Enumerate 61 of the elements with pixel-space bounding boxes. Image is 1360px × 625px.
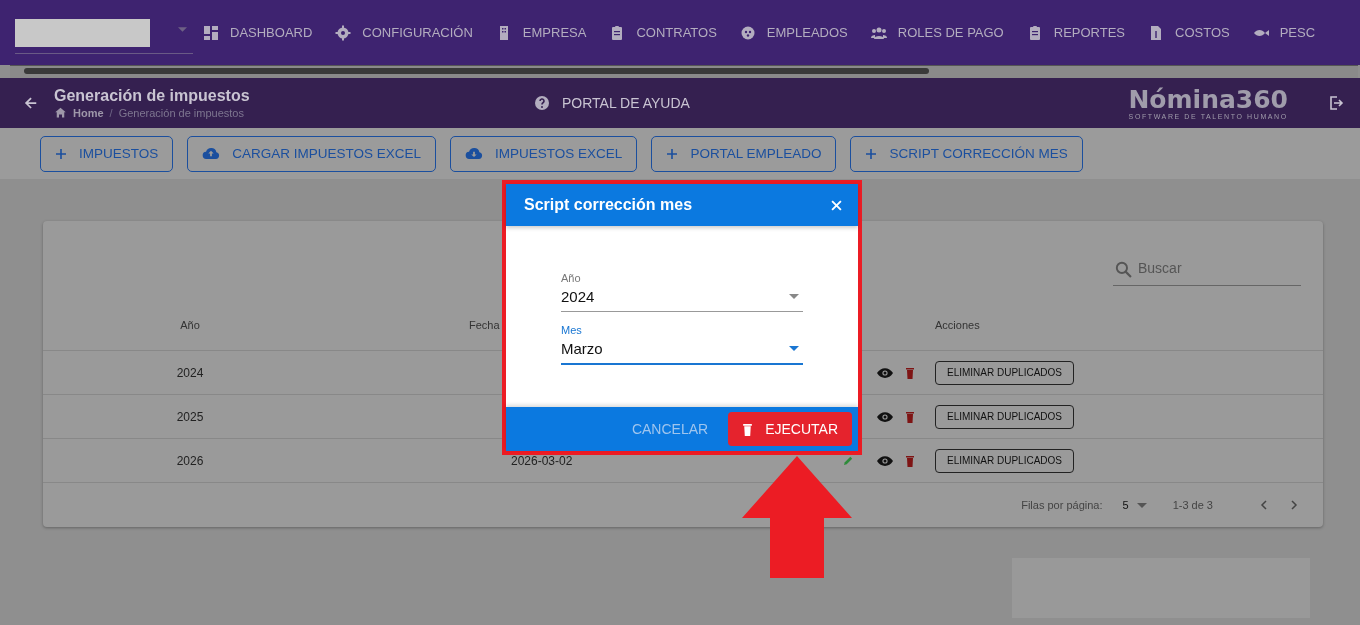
caret-icon: [789, 294, 799, 299]
nav-item[interactable]: EMPRESA: [495, 24, 587, 41]
back-arrow-icon[interactable]: [24, 96, 38, 110]
column-header: Fecha: [469, 319, 500, 331]
select-field[interactable]: Año 2024: [561, 272, 803, 312]
select-field[interactable]: Mes Marzo: [561, 324, 803, 365]
trash-icon[interactable]: [905, 366, 915, 379]
table-cell-text: 2026: [175, 453, 205, 468]
nav-item[interactable]: CONFIGURACIÓN: [335, 24, 473, 41]
nav-item[interactable]: PESC: [1252, 24, 1316, 41]
plus-icon: [865, 147, 878, 160]
toolbar-button[interactable]: IMPUESTOS: [40, 135, 174, 172]
search-field[interactable]: Buscar: [1113, 251, 1301, 286]
nav-item[interactable]: CONTRATOS: [609, 24, 717, 41]
column-header: Acciones: [934, 319, 980, 331]
table-cell-text: 2024: [175, 365, 205, 380]
breadcrumb-separator: /: [109, 107, 113, 119]
eye-icon[interactable]: [877, 411, 893, 422]
breadcrumb-link[interactable]: Home: [73, 107, 104, 119]
page-title: Generación de impuestos: [54, 87, 251, 105]
next-page-icon[interactable]: [1289, 500, 1299, 510]
trash-icon[interactable]: [905, 454, 915, 467]
caret-icon: [1136, 502, 1147, 508]
help-portal-link[interactable]: PORTAL DE AYUDA: [534, 95, 690, 111]
nav-item[interactable]: DASHBOARD: [203, 24, 313, 41]
caret-icon: [789, 346, 799, 351]
search-icon: [1115, 260, 1132, 278]
trash-icon[interactable]: [905, 410, 915, 423]
home-icon: [54, 107, 67, 119]
delete-duplicates-button[interactable]: ELIMINAR DUPLICADOS: [935, 448, 1075, 473]
dialog-title: Script corrección mes: [524, 196, 693, 214]
caret-icon[interactable]: [178, 27, 187, 32]
plus-icon: [666, 147, 679, 160]
cloud-download-icon: [465, 147, 484, 160]
column-header: Año: [179, 319, 201, 331]
delete-duplicates-button[interactable]: ELIMINAR DUPLICADOS: [935, 360, 1075, 385]
cloud-upload-icon: [202, 147, 221, 160]
logout-icon[interactable]: [1328, 95, 1344, 111]
table-cell-text: 2025: [175, 409, 205, 424]
previous-page-icon[interactable]: [1259, 500, 1269, 510]
help-icon: [534, 95, 550, 111]
trash-icon: [742, 422, 754, 436]
rows-per-page-label: Filas por página:: [1021, 499, 1103, 511]
horizontal-scrollbar[interactable]: [10, 65, 1358, 78]
page-range: 1-3 de 3: [1172, 499, 1213, 511]
nav-item[interactable]: REPORTES: [1026, 24, 1126, 41]
nav-item[interactable]: ROLES DE PAGO: [870, 24, 1004, 41]
nav-item[interactable]: COSTOS: [1148, 24, 1230, 41]
execute-button[interactable]: EJECUTAR: [728, 412, 852, 446]
breadcrumb-current: Generación de impuestos: [118, 107, 244, 119]
plus-icon: [55, 147, 67, 160]
face-icon: [739, 24, 756, 41]
toolbar-button[interactable]: IMPUESTOS EXCEL: [450, 135, 638, 172]
dashboard-icon: [203, 24, 219, 41]
table-cell: 2026-03-02: [511, 453, 573, 468]
delete-duplicates-button[interactable]: ELIMINAR DUPLICADOS: [935, 404, 1075, 429]
eye-icon[interactable]: [877, 455, 893, 466]
nav-item[interactable]: EMPLEADOS: [739, 24, 848, 41]
rows-per-page-select[interactable]: 5: [1122, 499, 1147, 511]
close-icon[interactable]: [831, 199, 842, 211]
eye-icon[interactable]: [877, 367, 893, 378]
